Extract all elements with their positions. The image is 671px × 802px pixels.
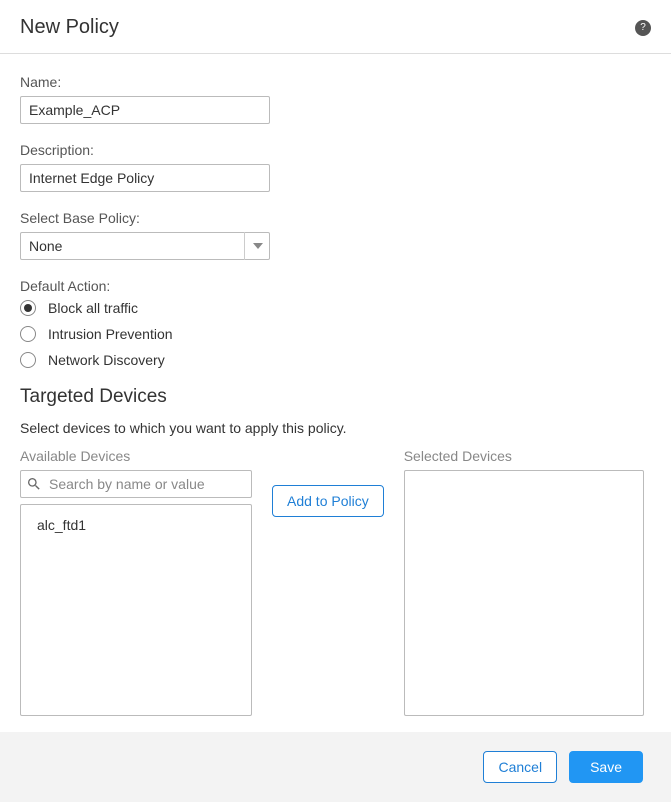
name-label: Name: bbox=[20, 74, 651, 90]
base-policy-value: None bbox=[20, 232, 270, 260]
available-devices-label: Available Devices bbox=[20, 448, 252, 464]
radio-icon bbox=[20, 300, 36, 316]
default-action-radio-group: Block all traffic Intrusion Prevention N… bbox=[20, 300, 651, 368]
radio-intrusion-prevention[interactable]: Intrusion Prevention bbox=[20, 326, 651, 342]
description-label: Description: bbox=[20, 142, 651, 158]
radio-label: Intrusion Prevention bbox=[48, 326, 173, 342]
base-policy-select[interactable]: None bbox=[20, 232, 270, 260]
dialog-header: New Policy ? bbox=[0, 0, 671, 54]
add-button-col: Add to Policy bbox=[272, 448, 384, 517]
selected-devices-col: Selected Devices bbox=[404, 448, 644, 716]
radio-block-all-traffic[interactable]: Block all traffic bbox=[20, 300, 651, 316]
radio-label: Network Discovery bbox=[48, 352, 165, 368]
radio-network-discovery[interactable]: Network Discovery bbox=[20, 352, 651, 368]
description-input[interactable] bbox=[20, 164, 270, 192]
cancel-button[interactable]: Cancel bbox=[483, 751, 557, 783]
default-action-label: Default Action: bbox=[20, 278, 651, 294]
available-devices-col: Available Devices alc_ftd1 bbox=[20, 448, 252, 716]
name-field-group: Name: bbox=[20, 74, 651, 124]
name-input[interactable] bbox=[20, 96, 270, 124]
list-item[interactable]: alc_ftd1 bbox=[21, 513, 251, 537]
base-policy-field-group: Select Base Policy: None bbox=[20, 210, 651, 260]
selected-devices-list[interactable] bbox=[404, 470, 644, 716]
base-policy-label: Select Base Policy: bbox=[20, 210, 651, 226]
dialog-content: Name: Description: Select Base Policy: N… bbox=[0, 54, 671, 736]
search-wrapper bbox=[20, 470, 252, 498]
add-to-policy-button[interactable]: Add to Policy bbox=[272, 485, 384, 517]
description-field-group: Description: bbox=[20, 142, 651, 192]
save-button[interactable]: Save bbox=[569, 751, 643, 783]
dialog-footer: Cancel Save bbox=[0, 732, 671, 802]
available-devices-list[interactable]: alc_ftd1 bbox=[20, 504, 252, 716]
help-icon[interactable]: ? bbox=[635, 20, 651, 36]
radio-icon bbox=[20, 352, 36, 368]
default-action-field-group: Default Action: Block all traffic Intrus… bbox=[20, 278, 651, 368]
targeted-devices-subtext: Select devices to which you want to appl… bbox=[20, 420, 651, 436]
targeted-devices-heading: Targeted Devices bbox=[20, 386, 651, 408]
devices-row: Available Devices alc_ftd1 Add to Policy… bbox=[20, 448, 651, 716]
search-input[interactable] bbox=[20, 470, 252, 498]
selected-devices-label: Selected Devices bbox=[404, 448, 644, 464]
dialog-title: New Policy bbox=[20, 16, 119, 39]
radio-icon bbox=[20, 326, 36, 342]
radio-label: Block all traffic bbox=[48, 300, 138, 316]
